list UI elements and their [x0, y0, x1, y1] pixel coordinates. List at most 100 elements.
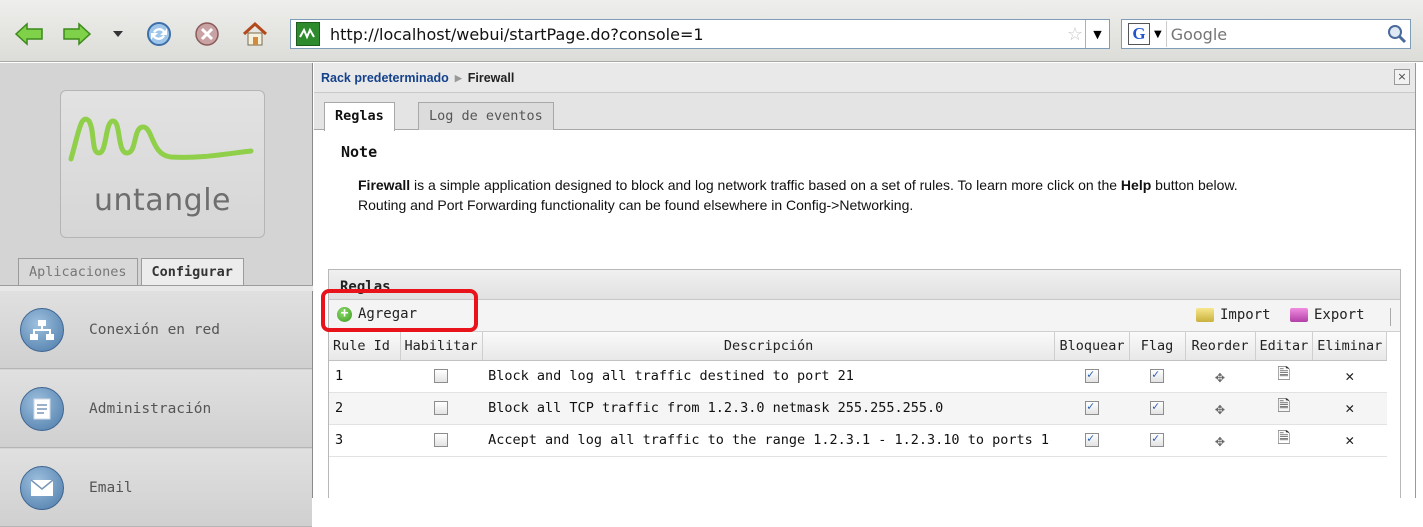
enable-checkbox[interactable] — [434, 433, 449, 447]
tab-log-de-eventos[interactable]: Log de eventos — [418, 102, 554, 130]
grid-toolbar: + Agregar Import Export — [329, 300, 1400, 332]
note-body: Firewall is a simple application designe… — [358, 175, 1358, 215]
sidebar-item-label: Conexión en red — [89, 321, 220, 338]
flag-checkbox[interactable] — [1150, 399, 1164, 415]
column-header-eliminar[interactable]: Eliminar — [1312, 332, 1388, 361]
delete-icon[interactable]: ✕ — [1345, 367, 1354, 385]
edit-cell: 🗎 — [1255, 392, 1313, 425]
reorder-icon[interactable]: ✥ — [1215, 367, 1225, 386]
rule-id-cell: 3 — [329, 424, 400, 457]
table-row[interactable]: 2 Block all TCP traffic from 1.2.3.0 net… — [329, 392, 1387, 425]
block-cell — [1054, 392, 1129, 425]
flag-checkbox[interactable] — [1150, 431, 1164, 447]
block-checkbox[interactable] — [1084, 399, 1099, 415]
search-go-icon[interactable] — [1384, 24, 1410, 44]
history-dropdown-icon[interactable] — [110, 20, 126, 48]
delete-cell: ✕ — [1312, 360, 1387, 393]
network-icon — [20, 307, 64, 352]
note-app-name: Firewall — [358, 177, 411, 193]
breadcrumb-rack-link[interactable]: Rack predeterminado — [321, 71, 449, 85]
tab-configurar[interactable]: Configurar — [140, 258, 244, 286]
administration-icon — [20, 386, 64, 431]
reorder-icon[interactable]: ✥ — [1215, 399, 1225, 418]
left-tabs: Aplicaciones Configurar — [18, 258, 247, 286]
tab-aplicaciones[interactable]: Aplicaciones — [18, 258, 138, 286]
edit-cell: 🗎 — [1255, 424, 1313, 457]
delete-cell: ✕ — [1312, 392, 1387, 425]
note-text-end: button below. — [1151, 177, 1238, 193]
google-search-icon[interactable]: G — [1128, 23, 1150, 45]
reorder-icon[interactable]: ✥ — [1215, 431, 1225, 450]
email-icon — [20, 465, 64, 510]
url-bar[interactable]: http://localhost/webui/startPage.do?cons… — [290, 19, 1110, 49]
rule-id-cell: 2 — [329, 392, 400, 425]
column-header-bloquear[interactable]: Bloquear — [1054, 332, 1130, 361]
flag-checkbox[interactable] — [1150, 367, 1164, 383]
reload-icon[interactable] — [144, 20, 174, 48]
bookmark-star-icon[interactable]: ☆ — [1065, 24, 1085, 45]
export-button[interactable]: Export — [1290, 307, 1365, 323]
logo-text: untangle — [93, 183, 232, 218]
edit-icon[interactable]: 🗎 — [1277, 364, 1290, 383]
add-button-highlight — [321, 289, 478, 332]
search-bar[interactable]: G ▼ — [1121, 19, 1411, 49]
sidebar-item-administracion[interactable]: Administración — [0, 370, 312, 448]
block-checkbox[interactable] — [1084, 431, 1099, 447]
enable-checkbox[interactable] — [434, 369, 449, 383]
import-button[interactable]: Import — [1196, 307, 1271, 323]
table-row[interactable]: 3 Accept and log all traffic to the rang… — [329, 424, 1387, 457]
column-header-flag[interactable]: Flag — [1129, 332, 1186, 361]
column-header-reorder[interactable]: Reorder — [1185, 332, 1256, 361]
table-header-row: Rule Id Habilitar Descripción Bloquear F… — [329, 332, 1388, 361]
breadcrumb-bar: Rack predeterminado ▶ Firewall × — [314, 63, 1415, 93]
rule-id-cell: 1 — [329, 360, 400, 393]
reorder-cell: ✥ — [1185, 360, 1255, 393]
column-header-rule-id[interactable]: Rule Id — [329, 332, 401, 361]
edit-icon[interactable]: 🗎 — [1277, 396, 1290, 415]
reorder-cell: ✥ — [1185, 424, 1255, 457]
logo-swoosh-icon — [68, 116, 254, 162]
column-header-habilitar[interactable]: Habilitar — [400, 332, 483, 361]
sidebar-item-conexion-en-red[interactable]: Conexión en red — [0, 291, 312, 369]
grid-title: Reglas — [329, 270, 1400, 300]
stop-icon[interactable] — [192, 20, 222, 48]
home-icon[interactable] — [240, 20, 270, 48]
sidebar-item-label: Email — [89, 479, 133, 496]
window-right-edge — [1415, 63, 1423, 498]
url-dropdown-icon[interactable]: ▼ — [1085, 20, 1109, 48]
edit-icon[interactable]: 🗎 — [1277, 428, 1290, 447]
sidebar-item-label: Administración — [89, 400, 212, 417]
table-row[interactable]: 1 Block and log all traffic destined to … — [329, 360, 1387, 393]
forward-arrow-icon[interactable] — [62, 20, 92, 48]
export-label: Export — [1314, 307, 1365, 323]
delete-icon[interactable]: ✕ — [1345, 399, 1354, 417]
untangle-logo: untangle — [60, 90, 265, 238]
column-header-editar[interactable]: Editar — [1255, 332, 1314, 361]
sidebar-item-email[interactable]: Email — [0, 449, 312, 527]
search-engine-dropdown-icon[interactable]: ▼ — [1154, 29, 1162, 40]
tab-reglas[interactable]: Reglas — [324, 102, 395, 131]
note-line-2: Routing and Port Forwarding functionalit… — [358, 197, 914, 213]
back-arrow-icon[interactable] — [14, 20, 44, 48]
search-input[interactable] — [1165, 21, 1384, 47]
description-cell[interactable]: Block all TCP traffic from 1.2.3.0 netma… — [482, 392, 1055, 425]
description-cell[interactable]: Accept and log all traffic to the range … — [482, 424, 1055, 457]
rules-table: Rule Id Habilitar Descripción Bloquear F… — [329, 332, 1388, 457]
close-panel-button[interactable]: × — [1394, 69, 1410, 85]
url-text[interactable]: http://localhost/webui/startPage.do?cons… — [330, 25, 1065, 44]
import-label: Import — [1220, 307, 1271, 323]
browser-toolbar: http://localhost/webui/startPage.do?cons… — [0, 0, 1423, 62]
enable-cell — [400, 360, 483, 393]
import-icon — [1196, 308, 1214, 322]
note-title: Note — [341, 143, 378, 161]
delete-icon[interactable]: ✕ — [1345, 431, 1354, 449]
export-icon — [1290, 308, 1308, 322]
breadcrumb: Rack predeterminado ▶ Firewall — [321, 71, 514, 85]
note-text: is a simple application designed to bloc… — [410, 177, 1121, 193]
breadcrumb-current: Firewall — [467, 71, 515, 85]
enable-checkbox[interactable] — [434, 401, 449, 415]
description-cell[interactable]: Block and log all traffic destined to po… — [482, 360, 1055, 393]
edit-cell: 🗎 — [1255, 360, 1313, 393]
block-checkbox[interactable] — [1084, 367, 1099, 383]
column-header-descripcion[interactable]: Descripción — [482, 332, 1056, 361]
